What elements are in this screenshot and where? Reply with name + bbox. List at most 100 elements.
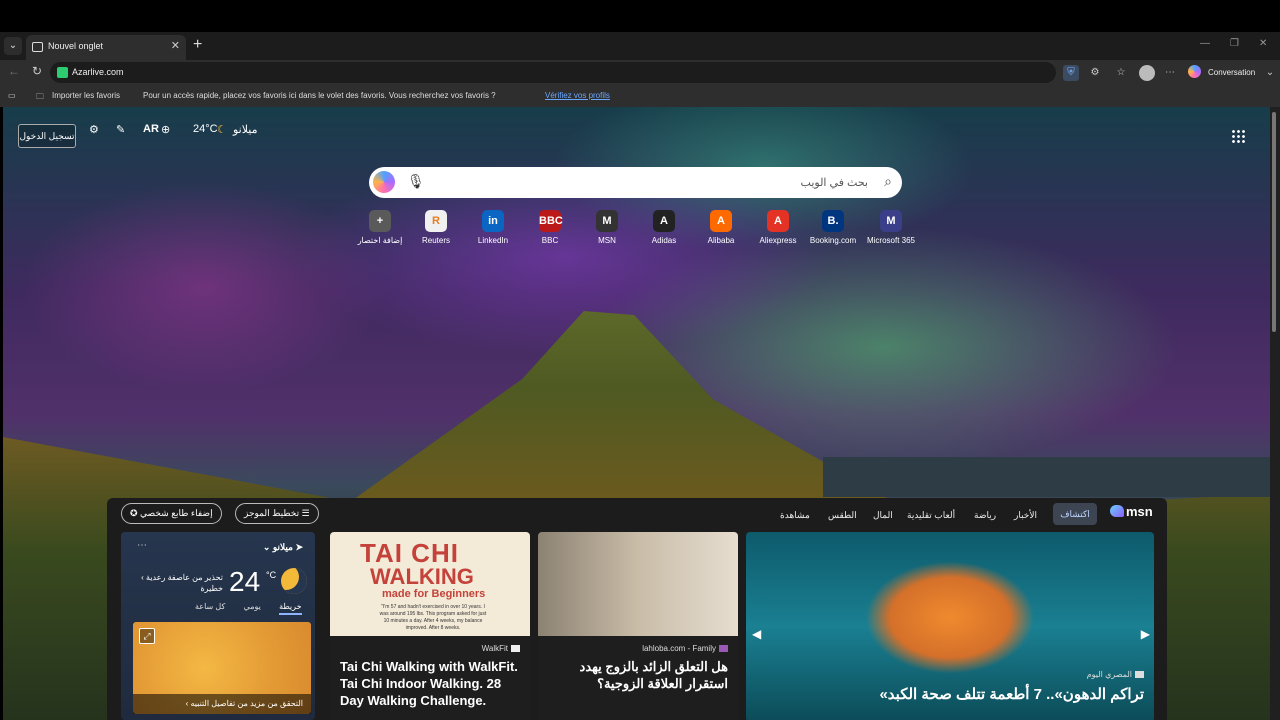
source-logo-icon (1135, 671, 1144, 679)
favorites-message: Pour un accès rapide, placez vos favoris… (143, 91, 496, 100)
verify-profiles-link[interactable]: Vérifiez vos profils (545, 91, 610, 100)
nav-weather[interactable]: الطقس (828, 510, 857, 521)
close-window-icon[interactable]: ✕ (1259, 38, 1267, 49)
quick-link-label: LinkedIn (477, 236, 509, 245)
alert-details-link[interactable]: ‹ التحقق من مزيد من تفاصيل التنبيه (133, 694, 311, 714)
tab-list-button[interactable]: ⌄ (4, 37, 22, 55)
quick-link-[interactable]: + إضافة اختصار (350, 207, 410, 245)
quick-link-microsoft-365[interactable]: M Microsoft 365 (861, 207, 921, 245)
source-logo-icon (719, 645, 728, 653)
weather-alert[interactable]: ‹ تحذير من عاصفة رعدية خطيرة (137, 572, 223, 594)
nav-money[interactable]: المال (873, 510, 893, 521)
language-button[interactable]: AR (143, 123, 159, 135)
quick-link-label: Adidas (651, 236, 677, 245)
msn-logo-icon (1110, 505, 1124, 517)
carousel-prev-icon[interactable]: ◀ (752, 627, 761, 641)
address-bar[interactable]: Azarlive.com (50, 62, 1056, 83)
msn-logo[interactable]: msn (1110, 504, 1153, 519)
news-card-liver[interactable]: ◀ ▶ المصري اليوم «تراكم الدهون».. 7 أطعم… (746, 532, 1154, 720)
more-icon[interactable]: ⋯ (1162, 65, 1178, 81)
tab-new-tab[interactable]: Nouvel onglet ✕ (26, 35, 186, 60)
close-tab-icon[interactable]: ✕ (171, 39, 180, 52)
page-scrollbar[interactable] (1270, 107, 1280, 720)
nav-news[interactable]: الأخبار (1014, 510, 1037, 521)
weather-city[interactable]: ميلانو (233, 123, 258, 136)
quick-link-icon: A (710, 210, 732, 232)
weather-card-city-label: ميلانو (272, 542, 293, 552)
news-card-taichi[interactable]: TAI CHI WALKING made for Beginners "I'm … (330, 532, 530, 720)
more-options-icon[interactable]: ⋯ (137, 540, 147, 551)
chevron-down-icon[interactable]: ⌄ (1262, 65, 1278, 81)
card-source: المصري اليوم (1087, 670, 1144, 679)
new-tab-button[interactable]: + (193, 36, 202, 54)
nav-discover[interactable]: اكتشاف (1053, 503, 1097, 525)
reading-list-icon[interactable]: ▭ (8, 91, 16, 100)
minimize-icon[interactable]: — (1200, 38, 1210, 49)
web-search-box[interactable]: 🎙 بحث في الويب ⌕ (369, 167, 902, 198)
weather-card-city[interactable]: ⌄ ميلانو ➤ (263, 542, 303, 553)
quick-link-bbc[interactable]: BBC BBC (520, 207, 580, 245)
sliders-icon: ☰ (299, 508, 310, 518)
tab-map[interactable]: خريطة (279, 602, 302, 615)
favorites-icon[interactable]: ☆ (1113, 65, 1129, 81)
copilot-icon[interactable] (373, 171, 395, 193)
card-source: WalkFit (482, 644, 520, 653)
nav-sports[interactable]: رياضة (974, 510, 996, 521)
settings-gear-icon[interactable]: ⚙ (89, 123, 99, 136)
restore-icon[interactable]: ❐ (1230, 38, 1239, 49)
refresh-icon[interactable]: ↻ (32, 64, 42, 78)
shield-icon[interactable]: ⛨ (1063, 65, 1079, 81)
nav-watch[interactable]: مشاهدة (780, 510, 810, 521)
tab-daily[interactable]: يومي (244, 602, 261, 611)
quick-link-icon: R (425, 210, 447, 232)
import-favorites-link[interactable]: Importer les favoris (52, 91, 120, 100)
quick-link-label: Alibaba (707, 236, 735, 245)
quick-link-aliexpress[interactable]: A Aliexpress (748, 207, 808, 245)
weather-map[interactable]: ⤢ ‹ التحقق من مزيد من تفاصيل التنبيه (133, 622, 311, 714)
apps-grid-icon[interactable] (1231, 129, 1245, 143)
quick-link-msn[interactable]: M MSN (577, 207, 637, 245)
globe-icon[interactable]: ⊕ (161, 123, 170, 136)
back-icon[interactable]: ← (8, 64, 20, 78)
image-title-2: WALKING (370, 564, 474, 589)
source-logo-icon (511, 645, 520, 653)
nav-casual-games[interactable]: ألعاب تقليدية (907, 510, 955, 521)
extensions-icon[interactable]: ⚙ (1087, 65, 1103, 81)
expand-icon[interactable]: ⤢ (139, 628, 155, 644)
address-text: Azarlive.com (72, 67, 124, 77)
search-placeholder: بحث في الويب (800, 177, 868, 189)
weather-temp[interactable]: 24°C (193, 123, 218, 135)
quick-link-icon: A (653, 210, 675, 232)
tab-strip: ⌄ Nouvel onglet ✕ (0, 32, 1280, 60)
personalize-button[interactable]: ✪ إضفاء طابع شخصي (121, 503, 222, 524)
sign-in-button[interactable]: تسجيل الدخول (18, 124, 76, 148)
moon-icon (281, 568, 307, 594)
copilot-icon[interactable] (1188, 65, 1201, 78)
quick-link-label: إضافة اختصار (357, 236, 403, 245)
screen-top-bar (0, 0, 1280, 32)
quick-link-adidas[interactable]: A Adidas (634, 207, 694, 245)
carousel-next-icon[interactable]: ▶ (1141, 627, 1150, 641)
card-source-name: WalkFit (481, 644, 508, 653)
new-tab-page: تسجيل الدخول ⚙ ✎ AR ⊕ 24°C ☾ ميلانو 🎙 بح… (3, 107, 1270, 720)
profile-avatar[interactable] (1139, 65, 1155, 81)
card-title: Tai Chi Walking with WalkFit. Tai Chi In… (340, 659, 518, 708)
feed-layout-button[interactable]: تخطيط الموجز ☰ (235, 503, 319, 524)
quick-link-linkedin[interactable]: in LinkedIn (463, 207, 523, 245)
weather-card[interactable]: ⋯ ⌄ ميلانو ➤ 24 °C ‹ تحذير من عاصفة رعدي… (121, 532, 315, 720)
news-card-relationship[interactable]: lahloba.com - Family هل التعلق الزائد با… (538, 532, 738, 720)
quick-link-icon: in (482, 210, 504, 232)
scroll-thumb[interactable] (1272, 112, 1276, 332)
feed-layout-label: تخطيط الموجز (244, 508, 300, 518)
tab-hourly[interactable]: كل ساعة (195, 602, 225, 611)
card-source: lahloba.com - Family (642, 644, 728, 653)
card-source-name: lahloba.com - Family (642, 644, 716, 653)
quick-link-reuters[interactable]: R Reuters (406, 207, 466, 245)
msn-feed: ✪ إضفاء طابع شخصي تخطيط الموجز ☰ مشاهدة … (107, 498, 1167, 720)
msn-logo-text: msn (1126, 504, 1153, 519)
quick-link-booking-com[interactable]: B. Booking.com (803, 207, 863, 245)
conversation-button[interactable]: Conversation (1208, 68, 1255, 77)
microphone-icon[interactable]: 🎙 (407, 173, 425, 190)
edit-pencil-icon[interactable]: ✎ (116, 123, 125, 136)
quick-link-alibaba[interactable]: A Alibaba (691, 207, 751, 245)
